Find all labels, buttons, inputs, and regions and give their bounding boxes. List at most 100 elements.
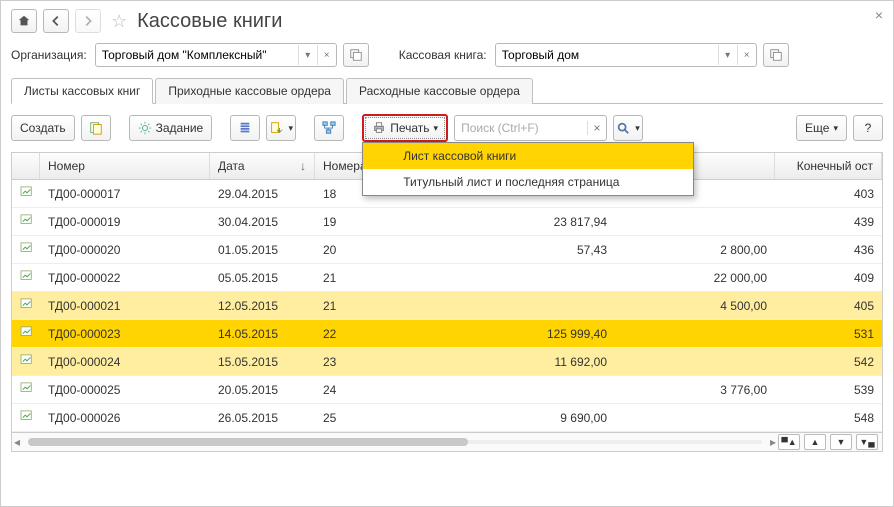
- print-button-highlight: Печать ▾: [362, 114, 448, 142]
- print-dropdown: Лист кассовой книгиТитульный лист и посл…: [362, 142, 694, 196]
- cell-in: 23 817,94: [435, 215, 615, 229]
- col-end[interactable]: Конечный ост: [775, 153, 882, 179]
- org-open-button[interactable]: [343, 43, 369, 67]
- row-status-icon: [12, 382, 40, 397]
- goto-bottom-button[interactable]: ▼▄: [856, 434, 878, 450]
- cell-number: ТД00-000024: [40, 355, 210, 369]
- org-clear-icon[interactable]: ×: [317, 45, 336, 65]
- cell-date: 14.05.2015: [210, 327, 315, 341]
- gear-icon: [138, 121, 152, 135]
- col-number[interactable]: Номер: [40, 153, 210, 179]
- table-row[interactable]: ТД00-00002314.05.201522125 999,40531: [12, 320, 882, 348]
- data-grid: Номер Дата↓ Номера листов Конечный ост Т…: [11, 152, 883, 452]
- cell-end: 531: [775, 327, 882, 341]
- printer-icon: [372, 121, 386, 135]
- search-clear-icon[interactable]: ×: [587, 121, 606, 135]
- chevron-down-icon: ▾: [635, 123, 640, 134]
- row-status-icon: [12, 242, 40, 257]
- cell-sheet: 23: [315, 355, 435, 369]
- list-view-button[interactable]: [230, 115, 260, 141]
- cell-date: 15.05.2015: [210, 355, 315, 369]
- table-row[interactable]: ТД00-00002520.05.2015243 776,00539: [12, 376, 882, 404]
- copy-button[interactable]: [81, 115, 111, 141]
- cell-end: 542: [775, 355, 882, 369]
- doc-arrow-icon: [269, 121, 283, 135]
- search-field[interactable]: ×: [454, 115, 607, 141]
- grid-footer: ◂ ▸ ▀▲ ▲ ▼ ▼▄: [12, 432, 882, 451]
- table-row[interactable]: ТД00-00002112.05.2015214 500,00405: [12, 292, 882, 320]
- cell-date: 26.05.2015: [210, 411, 315, 425]
- table-row[interactable]: ТД00-00002205.05.20152122 000,00409: [12, 264, 882, 292]
- relations-button[interactable]: [314, 115, 344, 141]
- cell-sheet: 19: [315, 215, 435, 229]
- cell-date: 30.04.2015: [210, 215, 315, 229]
- help-button[interactable]: ?: [853, 115, 883, 141]
- goto-up-button[interactable]: ▲: [804, 434, 826, 450]
- cell-number: ТД00-000026: [40, 411, 210, 425]
- goto-top-button[interactable]: ▀▲: [778, 434, 800, 450]
- nav-forward-button: [75, 9, 101, 33]
- cell-end: 439: [775, 215, 882, 229]
- org-input[interactable]: [96, 45, 298, 65]
- table-row[interactable]: ТД00-00001930.04.20151923 817,94 439: [12, 208, 882, 236]
- row-status-icon: [12, 214, 40, 229]
- cell-number: ТД00-000019: [40, 215, 210, 229]
- print-menu-item[interactable]: Лист кассовой книги: [363, 143, 693, 169]
- export-button[interactable]: ▾: [266, 115, 296, 141]
- cell-sheet: 22: [315, 327, 435, 341]
- cell-number: ТД00-000017: [40, 187, 210, 201]
- copy-icon: [89, 121, 103, 135]
- org-field[interactable]: ▾ ×: [95, 43, 337, 67]
- print-button[interactable]: Печать ▾: [365, 117, 445, 139]
- cell-date: 20.05.2015: [210, 383, 315, 397]
- tree-icon: [322, 121, 336, 135]
- search-input[interactable]: [455, 117, 587, 139]
- book-field[interactable]: ▾ ×: [495, 43, 757, 67]
- cell-number: ТД00-000021: [40, 299, 210, 313]
- print-menu-item[interactable]: Титульный лист и последняя страница: [363, 169, 693, 195]
- goto-down-button[interactable]: ▼: [830, 434, 852, 450]
- scroll-left-icon[interactable]: ◂: [12, 435, 22, 449]
- magnifier-icon: [616, 121, 630, 135]
- cell-date: 29.04.2015: [210, 187, 315, 201]
- cell-sheet: 21: [315, 271, 435, 285]
- task-button[interactable]: Задание: [129, 115, 213, 141]
- list-icon: [238, 121, 252, 135]
- book-input[interactable]: [496, 45, 718, 65]
- org-label: Организация:: [11, 48, 87, 62]
- cell-out: 3 776,00: [615, 383, 775, 397]
- sort-asc-icon: ↓: [300, 159, 306, 173]
- cell-sheet: 25: [315, 411, 435, 425]
- row-status-icon: [12, 298, 40, 313]
- h-scrollbar[interactable]: [28, 437, 762, 447]
- home-button[interactable]: [11, 9, 37, 33]
- tab[interactable]: Приходные кассовые ордера: [155, 78, 344, 104]
- create-button[interactable]: Создать: [11, 115, 75, 141]
- favorite-star-icon[interactable]: ☆: [111, 11, 127, 32]
- book-dropdown-icon[interactable]: ▾: [718, 45, 737, 65]
- table-row[interactable]: ТД00-00002415.05.20152311 692,00542: [12, 348, 882, 376]
- col-date[interactable]: Дата↓: [210, 153, 315, 179]
- table-row[interactable]: ТД00-00002626.05.2015259 690,00548: [12, 404, 882, 432]
- org-dropdown-icon[interactable]: ▾: [298, 45, 317, 65]
- col-status[interactable]: [12, 153, 40, 179]
- cell-in: 125 999,40: [435, 327, 615, 341]
- cell-end: 539: [775, 383, 882, 397]
- tab[interactable]: Листы кассовых книг: [11, 78, 153, 104]
- nav-back-button[interactable]: [43, 9, 69, 33]
- page-title: Кассовые книги: [137, 10, 282, 33]
- cell-date: 12.05.2015: [210, 299, 315, 313]
- scroll-right-icon[interactable]: ▸: [768, 435, 778, 449]
- search-button[interactable]: ▾: [613, 115, 643, 141]
- book-open-button[interactable]: [763, 43, 789, 67]
- arrow-left-icon: [49, 14, 63, 28]
- cell-end: 405: [775, 299, 882, 313]
- cell-number: ТД00-000022: [40, 271, 210, 285]
- tab[interactable]: Расходные кассовые ордера: [346, 78, 533, 104]
- row-status-icon: [12, 270, 40, 285]
- home-icon: [17, 14, 31, 28]
- close-icon[interactable]: ×: [875, 7, 883, 23]
- book-clear-icon[interactable]: ×: [737, 45, 756, 65]
- table-row[interactable]: ТД00-00002001.05.20152057,432 800,00436: [12, 236, 882, 264]
- more-button[interactable]: Еще ▾: [796, 115, 847, 141]
